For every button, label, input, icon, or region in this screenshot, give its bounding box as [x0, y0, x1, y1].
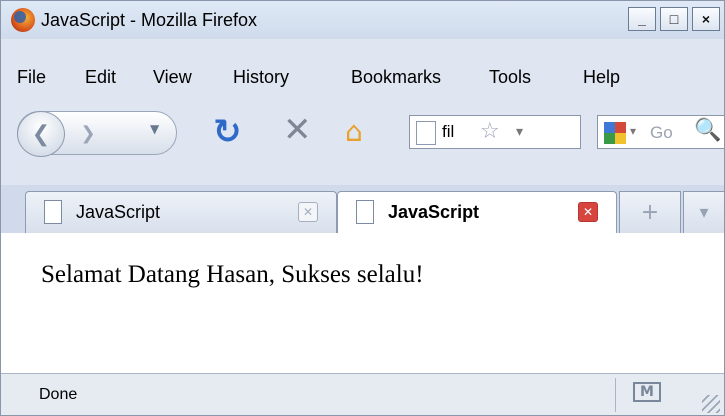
google-icon[interactable] — [604, 122, 626, 144]
list-all-tabs-button[interactable]: ▾ — [683, 191, 724, 233]
tab-label: JavaScript — [76, 202, 161, 222]
welcome-text: Selamat Datang Hasan, Sukses selalu! — [41, 261, 424, 288]
menu-history[interactable]: History — [233, 67, 289, 88]
search-bar[interactable]: ▾ Go 🔍 — [597, 115, 724, 149]
close-tab-icon[interactable]: ✕ — [298, 202, 318, 222]
url-dropdown-icon[interactable]: ▾ — [516, 124, 523, 140]
stop-icon[interactable]: ✕ — [283, 113, 312, 147]
menu-file[interactable]: File — [17, 67, 46, 88]
search-engine-dropdown-icon[interactable]: ▾ — [630, 124, 636, 138]
menu-help[interactable]: Help — [583, 67, 620, 88]
back-arrow-icon: ❮ — [31, 121, 51, 147]
search-icon[interactable]: 🔍 — [694, 118, 721, 143]
menu-tools[interactable]: Tools — [489, 67, 531, 88]
tab-javascript-1[interactable]: JavaScript ✕ — [25, 191, 337, 233]
tab-bar: JavaScript ✕ JavaScript ✕ + ▾ — [1, 185, 724, 234]
search-placeholder[interactable]: Go — [650, 123, 673, 143]
plus-icon: + — [640, 200, 660, 225]
menu-bookmarks[interactable]: Bookmarks — [351, 67, 441, 88]
close-button[interactable]: × — [692, 7, 720, 31]
home-icon[interactable]: ⌂ — [345, 117, 363, 147]
page-icon — [44, 200, 62, 224]
window-controls: _ □ × — [628, 7, 720, 31]
url-text[interactable]: fil — [442, 122, 454, 142]
tab-label: JavaScript — [388, 202, 480, 222]
status-divider — [615, 378, 616, 412]
navigation-toolbar: ❮ ❯ ▼ ↻ ✕ ⌂ fil ☆ ▾ ▾ Go 🔍 — [1, 101, 724, 165]
page-content: Selamat Datang Hasan, Sukses selalu! — [1, 233, 724, 373]
history-dropdown-icon[interactable]: ▼ — [150, 122, 159, 136]
firefox-logo-icon — [11, 8, 35, 32]
window-title: JavaScript - Mozilla Firefox — [41, 10, 258, 30]
close-tab-icon[interactable]: ✕ — [578, 202, 598, 222]
status-bar: Done M — [1, 373, 724, 415]
title-bar: JavaScript - Mozilla Firefox _ □ × — [1, 1, 724, 39]
menu-edit[interactable]: Edit — [85, 67, 116, 88]
page-icon — [416, 121, 436, 145]
minimize-button[interactable]: _ — [628, 7, 656, 31]
page-icon — [356, 200, 374, 224]
bookmark-star-icon[interactable]: ☆ — [480, 119, 500, 144]
reload-icon[interactable]: ↻ — [213, 115, 242, 149]
back-button[interactable]: ❮ — [17, 111, 65, 157]
status-text: Done — [39, 386, 78, 403]
menu-bar: File Edit View History Bookmarks Tools H… — [1, 61, 724, 97]
address-bar[interactable]: fil ☆ ▾ — [409, 115, 581, 149]
forward-arrow-icon: ❯ — [80, 122, 96, 144]
chevron-down-icon: ▾ — [699, 202, 709, 223]
tab-javascript-2[interactable]: JavaScript ✕ — [337, 191, 617, 234]
resize-grip-icon[interactable] — [702, 395, 720, 413]
browser-window: JavaScript - Mozilla Firefox _ □ × File … — [0, 0, 725, 416]
forward-button[interactable]: ❯ — [68, 118, 108, 148]
menu-view[interactable]: View — [153, 67, 192, 88]
back-forward-group: ❮ ❯ ▼ — [17, 111, 177, 157]
new-tab-button[interactable]: + — [619, 191, 681, 233]
maximize-button[interactable]: □ — [660, 7, 688, 31]
gmail-notifier-icon[interactable]: M — [633, 382, 661, 402]
